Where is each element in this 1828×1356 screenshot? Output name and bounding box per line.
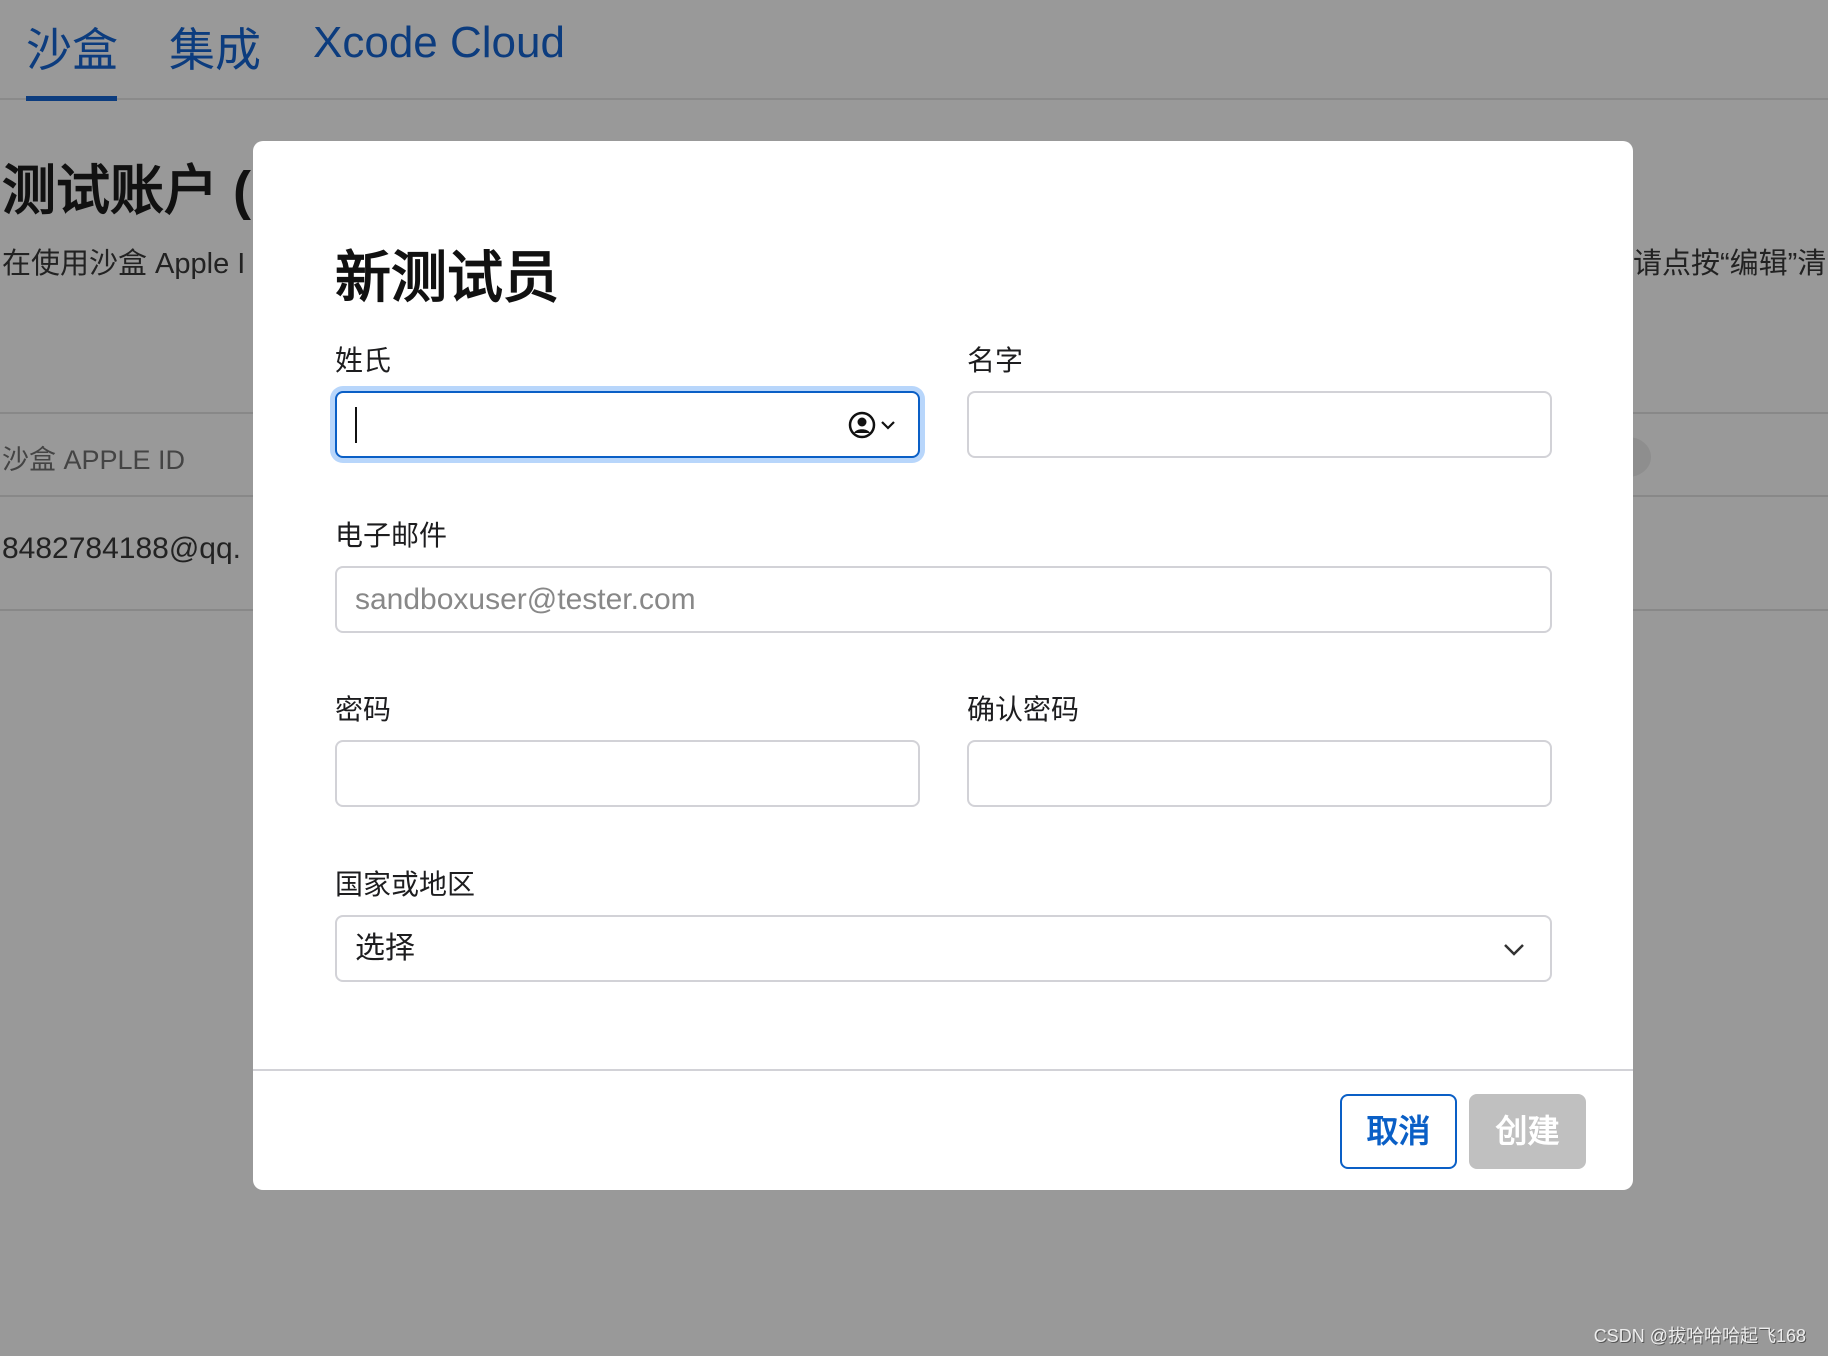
watermark: CSDN @拔哈哈哈起飞168 (1594, 1322, 1806, 1348)
person-circle-icon (848, 411, 876, 439)
footer-divider (253, 1069, 1633, 1071)
password-label: 密码 (335, 688, 391, 728)
email-label: 电子邮件 (335, 514, 447, 554)
country-label: 国家或地区 (335, 863, 475, 903)
table-cell-email[interactable]: 8482784188@qq. (2, 532, 241, 566)
country-select-value: 选择 (355, 932, 415, 965)
new-tester-dialog: 新测试员 姓氏 名字 电子邮件 sandboxuser@tester.com 密… (253, 141, 1633, 1190)
last-name-label: 姓氏 (335, 339, 391, 379)
email-input[interactable]: sandboxuser@tester.com (335, 566, 1552, 633)
first-name-input[interactable] (967, 391, 1552, 458)
last-name-input[interactable] (335, 391, 920, 458)
page-title: 测试账户 ( (2, 146, 251, 225)
cancel-button[interactable]: 取消 (1340, 1094, 1457, 1169)
confirm-password-input[interactable] (967, 740, 1552, 807)
tab-sandbox[interactable]: 沙盒 (26, 14, 118, 80)
email-placeholder: sandboxuser@tester.com (355, 583, 696, 616)
column-header-apple-id: 沙盒 APPLE ID (2, 438, 185, 477)
text-cursor (355, 407, 357, 443)
page-subtitle: 在使用沙盒 Apple I (2, 240, 245, 282)
country-select[interactable]: 选择 (335, 915, 1552, 982)
contact-autofill-button[interactable] (848, 411, 896, 439)
create-button[interactable]: 创建 (1469, 1094, 1586, 1169)
tab-divider (0, 98, 1828, 100)
chevron-down-icon (880, 419, 896, 431)
confirm-password-label: 确认密码 (967, 688, 1079, 728)
chevron-down-icon (1502, 941, 1526, 957)
password-input[interactable] (335, 740, 920, 807)
tab-integrations[interactable]: 集成 (169, 14, 261, 80)
first-name-label: 名字 (967, 339, 1023, 379)
active-tab-indicator (26, 96, 117, 101)
page-subtitle-continued: 请点按“编辑”清 (1633, 240, 1826, 282)
dialog-title: 新测试员 (335, 233, 559, 314)
tab-xcode-cloud[interactable]: Xcode Cloud (313, 18, 565, 68)
